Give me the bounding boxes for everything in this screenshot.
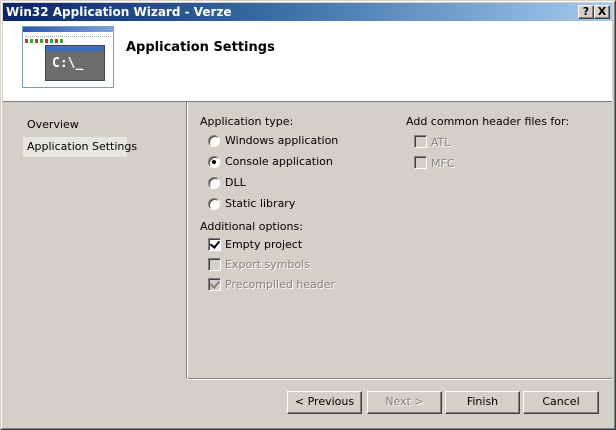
nav-pane: Overview Application Settings — [3, 102, 186, 427]
thumbnail-toolbar — [25, 39, 65, 43]
checkbox-export-symbols-label: Export symbols — [225, 258, 310, 271]
radio-dll-label[interactable]: DLL — [225, 176, 246, 189]
console-window-icon: C:\_ — [45, 45, 105, 81]
wizard-header: C:\_ Application Settings — [3, 21, 612, 102]
app-type-heading: Application type: — [200, 115, 294, 128]
close-button[interactable]: X — [594, 5, 610, 19]
window-title: Win32 Application Wizard - Verze — [6, 5, 232, 19]
previous-button[interactable]: < Previous — [287, 391, 362, 414]
next-button: Next > — [367, 391, 442, 414]
checkbox-mfc-label: MFC — [431, 157, 455, 170]
header-files-heading: Add common header files for: — [406, 115, 570, 128]
vertical-divider — [186, 102, 188, 378]
radio-static-library[interactable] — [208, 198, 220, 210]
checkbox-precompiled-header-label: Precompiled header — [225, 278, 336, 291]
cancel-button[interactable]: Cancel — [523, 391, 599, 414]
checkbox-precompiled-header — [208, 278, 221, 291]
checkbox-empty-project[interactable] — [208, 238, 221, 251]
checkbox-atl — [414, 135, 427, 148]
checkbox-export-symbols — [208, 258, 221, 271]
checkbox-atl-label: ATL — [431, 136, 451, 149]
wizard-window: Win32 Application Wizard - Verze ? X C:\… — [0, 0, 616, 430]
thumbnail-title-bar — [23, 27, 113, 32]
nav-item-overview[interactable]: Overview — [23, 116, 83, 133]
page-title: Application Settings — [126, 40, 275, 55]
thumbnail-menu — [25, 34, 111, 37]
checkbox-empty-project-label[interactable]: Empty project — [225, 238, 302, 251]
radio-windows-application[interactable] — [208, 135, 220, 147]
radio-windows-application-label[interactable]: Windows application — [225, 134, 338, 147]
checkbox-mfc — [414, 156, 427, 169]
console-title-bar — [46, 46, 104, 51]
nav-item-application-settings[interactable]: Application Settings — [23, 137, 137, 157]
console-prompt-text: C:\_ — [52, 56, 84, 71]
radio-static-library-label[interactable]: Static library — [225, 197, 295, 210]
additional-options-heading: Additional options: — [200, 220, 303, 233]
console-app-thumbnail: C:\_ — [22, 26, 114, 88]
help-button[interactable]: ? — [578, 5, 594, 19]
radio-dll[interactable] — [208, 177, 220, 189]
button-area-divider — [188, 378, 612, 380]
radio-console-application-label[interactable]: Console application — [225, 155, 333, 168]
title-bar[interactable]: Win32 Application Wizard - Verze ? X — [3, 3, 612, 21]
radio-console-application[interactable] — [208, 156, 220, 168]
finish-button[interactable]: Finish — [445, 391, 520, 414]
